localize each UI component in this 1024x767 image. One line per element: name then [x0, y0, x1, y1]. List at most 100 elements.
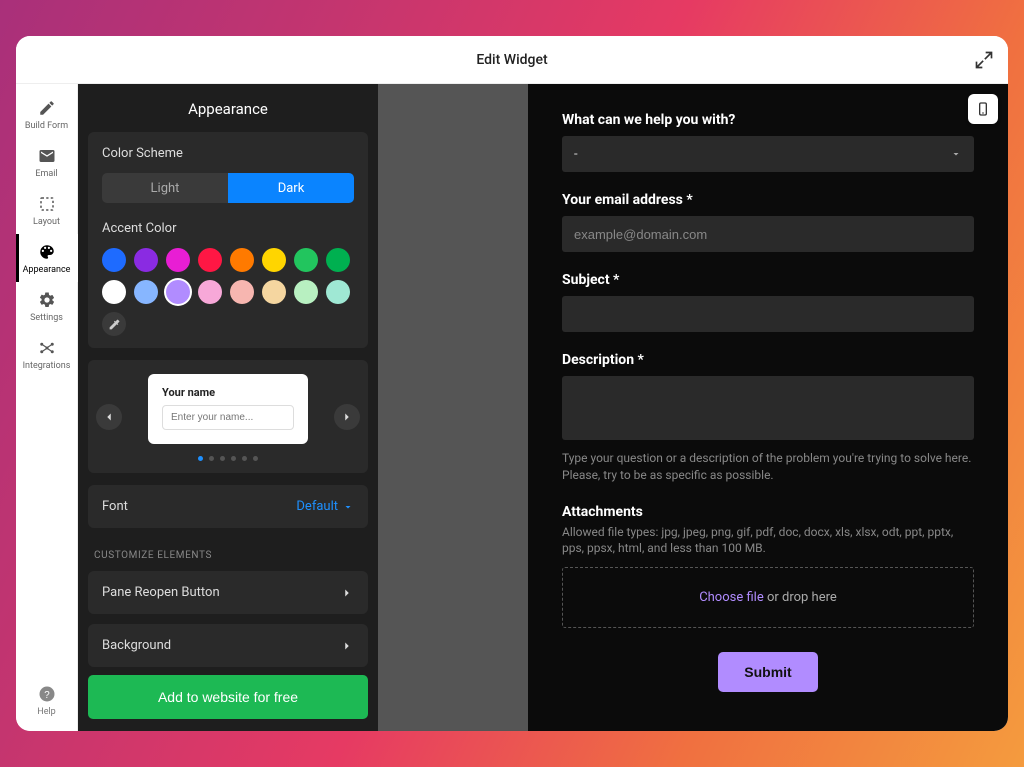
swatch-yellow[interactable]: [262, 248, 286, 272]
scheme-light-button[interactable]: Light: [102, 173, 228, 203]
accent-swatches: [102, 248, 354, 336]
nav-build-form[interactable]: Build Form: [16, 90, 78, 138]
add-to-website-button[interactable]: Add to website for free: [88, 675, 368, 719]
swatch-magenta[interactable]: [166, 248, 190, 272]
swatch-peach[interactable]: [230, 280, 254, 304]
chevron-right-icon: [340, 586, 354, 600]
swatch-pink[interactable]: [198, 280, 222, 304]
app-window: Edit Widget Build Form Email Layout Appe…: [16, 36, 1008, 731]
color-scheme-toggle: Light Dark: [102, 173, 354, 203]
nav-help[interactable]: ? Help: [16, 675, 78, 731]
swatch-green[interactable]: [294, 248, 318, 272]
expand-icon[interactable]: [974, 50, 994, 70]
font-value: Default: [296, 499, 354, 514]
field-email: Your email address *: [562, 192, 974, 252]
field-topic: What can we help you with? -: [562, 112, 974, 172]
color-scheme-card: Color Scheme Light Dark Accent Color: [88, 132, 368, 348]
swatch-blue[interactable]: [102, 248, 126, 272]
select-value: -: [574, 147, 578, 162]
customize-section-title: CUSTOMIZE ELEMENTS: [88, 540, 368, 571]
carousel-prev[interactable]: [96, 404, 122, 430]
swatch-lavender[interactable]: [166, 280, 190, 304]
field-description: Description * Type your question or a de…: [562, 352, 974, 484]
layout-icon: [38, 195, 56, 213]
nav-label: Help: [37, 707, 55, 717]
choose-file-link[interactable]: Choose file: [699, 590, 764, 605]
chevron-right-icon: [340, 639, 354, 653]
dot[interactable]: [231, 456, 236, 461]
label-topic: What can we help you with?: [562, 112, 974, 128]
nav-layout[interactable]: Layout: [16, 186, 78, 234]
nav-label: Appearance: [23, 265, 71, 275]
editor-scroll[interactable]: Color Scheme Light Dark Accent Color: [78, 132, 378, 667]
preview-card: Your name: [148, 374, 308, 444]
carousel-next[interactable]: [334, 404, 360, 430]
input-subject[interactable]: [562, 296, 974, 332]
label-attachments: Attachments: [562, 504, 974, 520]
nav-label: Email: [35, 169, 57, 179]
editor-panel: Appearance Color Scheme Light Dark Accen…: [78, 84, 378, 731]
swatch-mint[interactable]: [294, 280, 318, 304]
help-icon: ?: [38, 685, 56, 703]
attachments-desc: Allowed file types: jpg, jpeg, png, gif,…: [562, 524, 974, 558]
caret-down-icon: [950, 148, 962, 160]
cta-area: Add to website for free: [88, 675, 368, 719]
preview-field-label: Your name: [162, 386, 294, 399]
swatch-eyedropper[interactable]: [102, 312, 126, 336]
dot[interactable]: [242, 456, 247, 461]
swatch-red[interactable]: [198, 248, 222, 272]
scheme-dark-button[interactable]: Dark: [228, 173, 354, 203]
label-subject: Subject *: [562, 272, 974, 288]
dot[interactable]: [220, 456, 225, 461]
label-description: Description *: [562, 352, 974, 368]
label-email: Your email address *: [562, 192, 974, 208]
drop-text: or drop here: [764, 590, 837, 605]
swatch-orange[interactable]: [230, 248, 254, 272]
field-subject: Subject *: [562, 272, 974, 332]
nav-settings[interactable]: Settings: [16, 282, 78, 330]
color-scheme-title: Color Scheme: [102, 146, 354, 161]
swatch-purple[interactable]: [134, 248, 158, 272]
nav-appearance[interactable]: Appearance: [16, 234, 78, 282]
gear-icon: [38, 291, 56, 309]
swatch-white[interactable]: [102, 280, 126, 304]
swatch-teal[interactable]: [326, 280, 350, 304]
svg-text:?: ?: [44, 690, 50, 701]
nav-email[interactable]: Email: [16, 138, 78, 186]
swatch-darkgreen[interactable]: [326, 248, 350, 272]
swatch-tan[interactable]: [262, 280, 286, 304]
description-help: Type your question or a description of t…: [562, 450, 974, 484]
gutter: [378, 84, 528, 731]
preview-carousel: Your name: [88, 360, 368, 473]
textarea-description[interactable]: [562, 376, 974, 440]
pencil-icon: [38, 99, 56, 117]
dropzone[interactable]: Choose file or drop here: [562, 567, 974, 628]
font-label: Font: [102, 499, 128, 514]
titlebar: Edit Widget: [16, 36, 1008, 84]
dot[interactable]: [198, 456, 203, 461]
nav-integrations[interactable]: Integrations: [16, 330, 78, 378]
font-value-text: Default: [296, 499, 338, 514]
row-label: Background: [102, 638, 171, 653]
swatch-lightblue[interactable]: [134, 280, 158, 304]
body: Build Form Email Layout Appearance Setti…: [16, 84, 1008, 731]
field-attachments: Attachments Allowed file types: jpg, jpe…: [562, 504, 974, 629]
accent-title: Accent Color: [102, 221, 354, 236]
submit-button[interactable]: Submit: [718, 652, 817, 692]
dot[interactable]: [253, 456, 258, 461]
row-pane-reopen[interactable]: Pane Reopen Button: [88, 571, 368, 614]
row-background[interactable]: Background: [88, 624, 368, 667]
dot[interactable]: [209, 456, 214, 461]
input-email[interactable]: [562, 216, 974, 252]
carousel-dots: [98, 456, 358, 461]
palette-icon: [38, 243, 56, 261]
nav-label: Settings: [30, 313, 63, 323]
font-row[interactable]: Font Default: [88, 485, 368, 528]
caret-down-icon: [342, 501, 354, 513]
select-topic[interactable]: -: [562, 136, 974, 172]
window-title: Edit Widget: [476, 52, 547, 68]
integrations-icon: [38, 339, 56, 357]
device-toggle[interactable]: [968, 94, 998, 124]
phone-icon: [975, 101, 991, 117]
nav-label: Build Form: [25, 121, 68, 131]
